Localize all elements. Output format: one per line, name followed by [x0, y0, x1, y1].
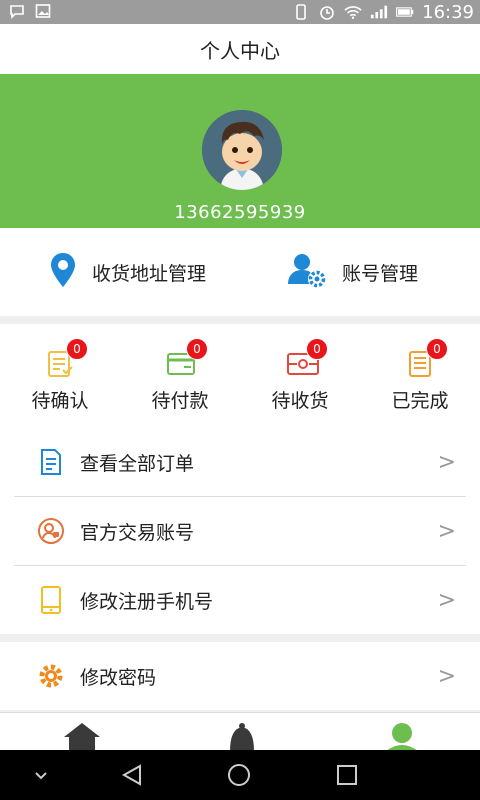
order-count-badge: 0 — [66, 338, 88, 360]
order-status-row: 0 待确认 0 待付款 0 待收货 0 已完成 — [0, 324, 480, 428]
address-management-link[interactable]: 收货地址管理 — [48, 228, 206, 316]
avatar[interactable] — [202, 110, 282, 190]
menu-list-secondary: 修改密码 > — [0, 642, 480, 710]
menu-item-label: 查看全部订单 — [80, 452, 195, 475]
menu-list: 查看全部订单 > 官方交易账号 > 修改注册手机号 > — [0, 428, 480, 634]
menu-item-label: 修改注册手机号 — [80, 590, 214, 613]
order-status-pending-payment[interactable]: 0 待付款 — [120, 324, 240, 428]
order-status-label: 待确认 — [31, 390, 89, 412]
signal-icon — [370, 3, 388, 21]
order-count-badge: 0 — [426, 338, 448, 360]
order-status-label: 待付款 — [151, 390, 209, 412]
menu-item-label: 修改密码 — [80, 666, 157, 689]
order-status-pending-receive[interactable]: 0 待收货 — [240, 324, 360, 428]
bell-icon[interactable] — [222, 721, 262, 751]
order-status-label: 待收货 — [271, 390, 329, 412]
location-pin-icon — [48, 251, 78, 294]
menu-item-change-phone[interactable]: 修改注册手机号 > — [0, 566, 480, 634]
menu-item-label: 官方交易账号 — [80, 521, 195, 544]
menu-item-change-password[interactable]: 修改密码 > — [0, 642, 480, 710]
account-settings-icon — [286, 250, 328, 295]
chevron-down-icon[interactable] — [28, 762, 54, 788]
order-status-label: 已完成 — [391, 390, 449, 412]
chevron-right-icon: > — [437, 663, 456, 689]
account-management-label: 账号管理 — [342, 262, 419, 285]
official-account-icon — [36, 516, 66, 546]
account-management-link[interactable]: 账号管理 — [286, 228, 418, 316]
recent-apps-icon[interactable] — [334, 762, 360, 788]
phone-number: 13662595939 — [174, 202, 306, 223]
home-button-icon[interactable] — [226, 762, 252, 788]
image-icon — [34, 2, 52, 20]
vibrate-icon — [292, 3, 310, 21]
order-count-badge: 0 — [186, 338, 208, 360]
status-bar: 16:39 — [0, 0, 480, 24]
home-icon[interactable] — [62, 721, 102, 751]
menu-item-all-orders[interactable]: 查看全部订单 > — [0, 428, 480, 496]
order-status-completed[interactable]: 0 已完成 — [360, 324, 480, 428]
page-title: 个人中心 — [0, 24, 480, 74]
address-management-label: 收货地址管理 — [92, 262, 207, 285]
chevron-right-icon: > — [437, 587, 456, 613]
alarm-icon — [318, 3, 336, 21]
mobile-phone-icon — [36, 585, 66, 615]
bottom-tab-bar — [0, 712, 480, 751]
chevron-right-icon: > — [437, 518, 456, 544]
order-status-pending-confirm[interactable]: 0 待确认 — [0, 324, 120, 428]
quick-links: 收货地址管理 账号管理 — [0, 228, 480, 316]
menu-item-official-account[interactable]: 官方交易账号 > — [0, 497, 480, 565]
system-nav-bar — [0, 750, 480, 800]
back-icon[interactable] — [120, 762, 146, 788]
order-count-badge: 0 — [306, 338, 328, 360]
order-list-icon — [36, 447, 66, 477]
battery-icon — [396, 3, 414, 21]
profile-header: 13662595939 — [0, 74, 480, 228]
wifi-icon — [344, 3, 362, 21]
message-icon — [8, 2, 26, 20]
chevron-right-icon: > — [437, 449, 456, 475]
gear-icon — [36, 661, 66, 691]
user-icon[interactable] — [382, 721, 422, 751]
status-time: 16:39 — [422, 1, 474, 23]
